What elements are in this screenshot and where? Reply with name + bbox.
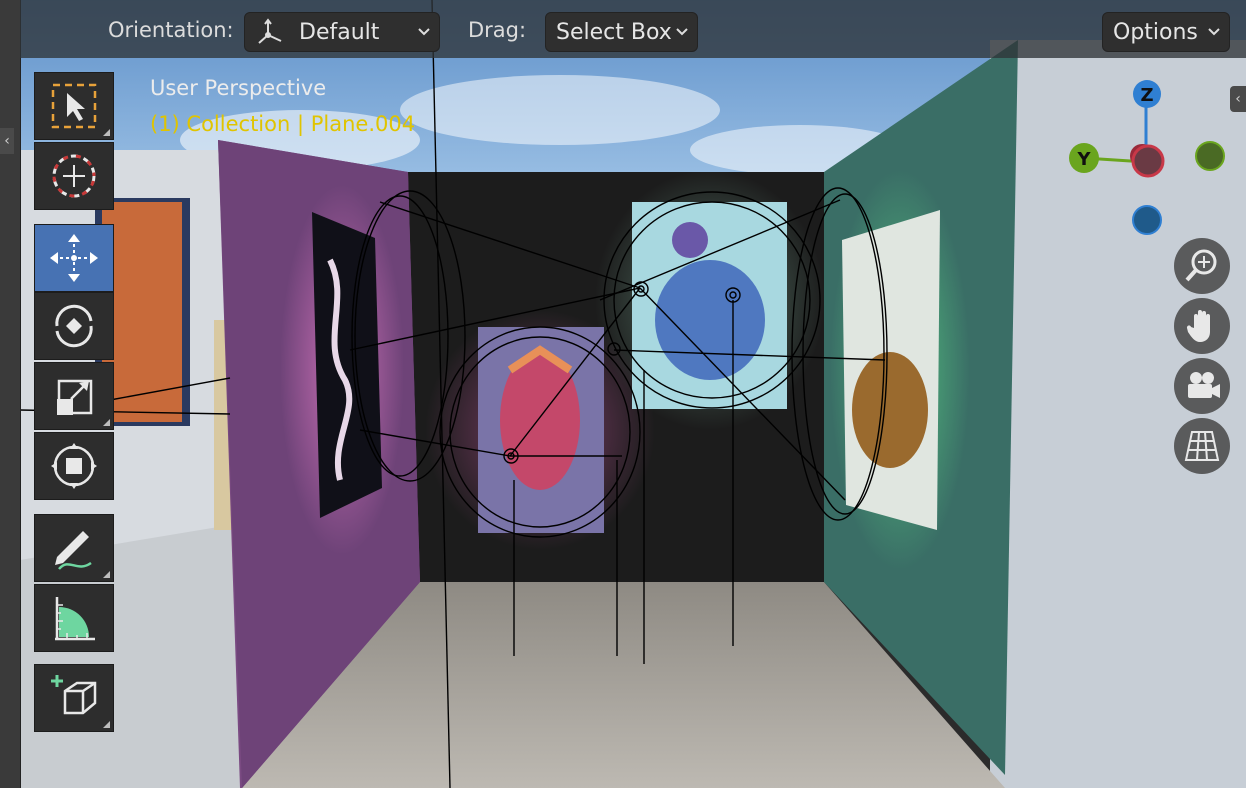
add-cube-icon [51,675,97,715]
grid-ortho-icon [1184,431,1220,461]
select-box-icon [51,83,97,129]
options-dropdown[interactable]: Options [1102,12,1230,52]
scale-tool[interactable] [34,362,114,430]
ortho-toggle-button[interactable] [1174,418,1230,474]
3d-viewport[interactable]: ‹ Orientation: Default Drag: Select Box … [0,0,1246,788]
orientation-axes-icon [258,18,282,44]
orientation-label: Orientation: [108,18,234,42]
rotate-tool[interactable] [34,292,114,360]
add-cube-tool[interactable] [34,664,114,732]
drag-value: Select Box [556,19,672,45]
navigation-gizmo[interactable]: Z Y [1060,70,1240,240]
camera-view-button[interactable] [1174,358,1230,414]
measure-tool[interactable] [34,584,114,652]
gizmo-x-axis[interactable] [1131,144,1165,178]
view-perspective-label: User Perspective [150,76,327,100]
annotate-tool[interactable] [34,514,114,582]
transform-icon [51,443,97,489]
orientation-value: Default [299,19,380,45]
left-panel-strip [0,0,21,788]
cursor-tool[interactable] [34,142,114,210]
camera-icon [1188,372,1220,398]
rotate-icon [55,304,93,348]
pan-button[interactable] [1174,298,1230,354]
options-label: Options [1113,19,1198,45]
transform-tool[interactable] [34,432,114,500]
measure-icon [55,597,95,641]
active-object-label: (1) Collection | Plane.004 [150,112,416,136]
move-icon [50,234,98,282]
viewport-header: Orientation: Default Drag: Select Box Op… [20,0,1246,58]
cursor-icon [52,154,96,198]
drag-dropdown[interactable]: Select Box [545,12,698,52]
gizmo-z-label: Z [1140,85,1153,106]
scale-icon [57,379,93,415]
zoom-button[interactable] [1174,238,1230,294]
gizmo-y-label: Y [1076,149,1091,170]
drag-label: Drag: [468,18,527,42]
annotate-icon [55,531,92,570]
chevron-down-icon [418,28,430,36]
select-box-tool[interactable] [34,72,114,140]
orientation-dropdown[interactable]: Default [244,12,440,52]
sidebar-expand-arrow[interactable]: ‹ [1230,86,1246,112]
move-tool[interactable] [34,224,114,292]
zoom-icon [1185,249,1217,282]
pan-hand-icon [1186,310,1210,342]
chevron-down-icon [676,28,688,36]
left-panel-expand-arrow[interactable]: ‹ [0,128,14,154]
chevron-down-icon [1208,28,1220,36]
